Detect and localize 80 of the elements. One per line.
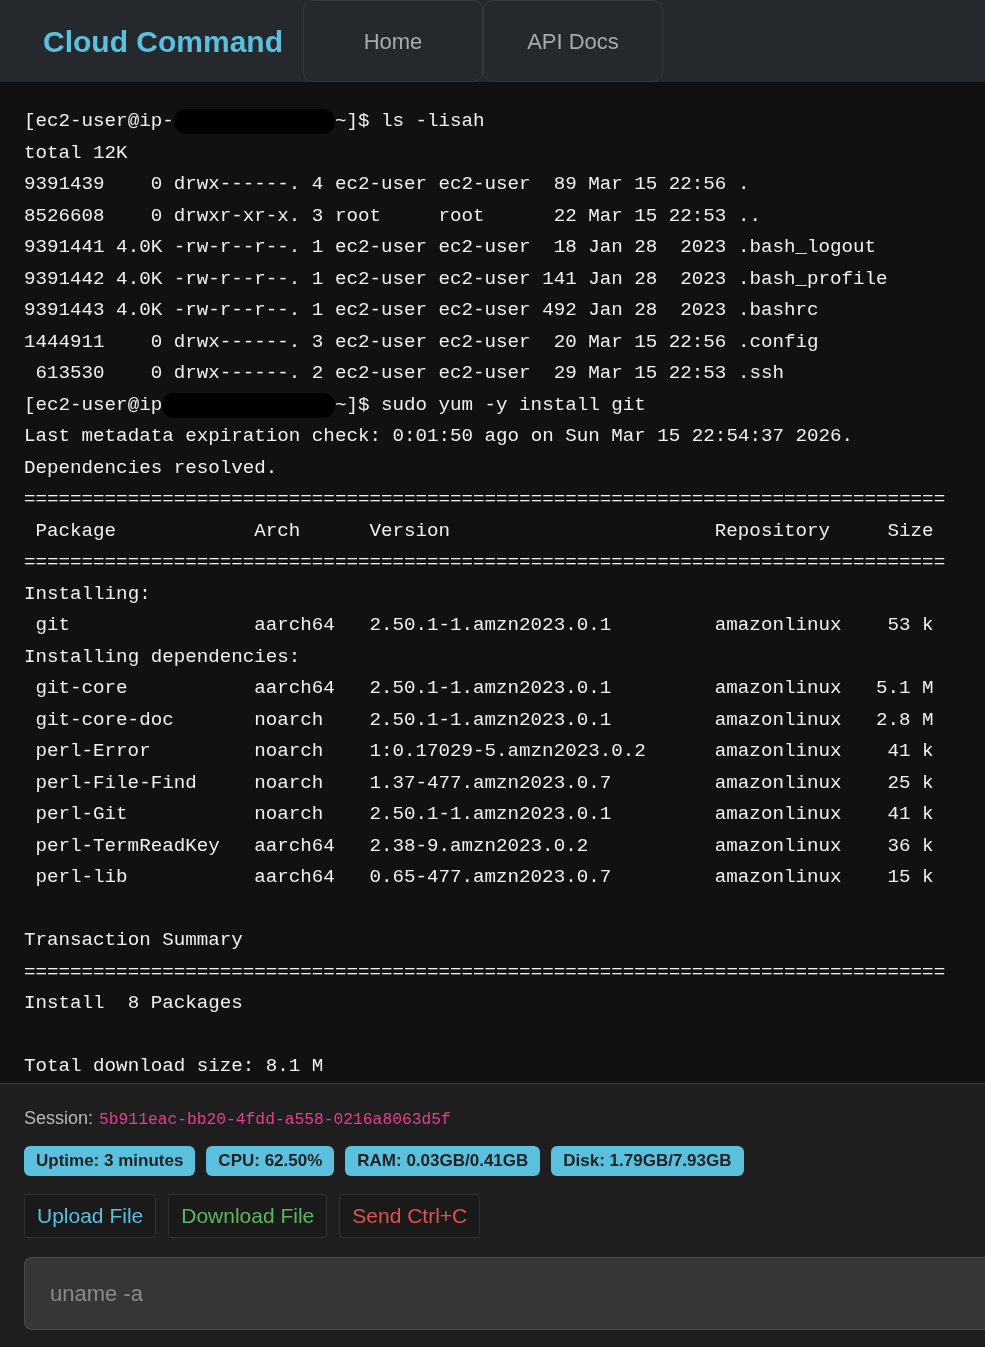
separator-text: ================================================================================ bbox=[24, 551, 946, 573]
size-text: 15 k bbox=[887, 866, 934, 888]
arch-text: noarch bbox=[254, 708, 324, 731]
repository-text: amazonlinux bbox=[714, 803, 842, 825]
arch-text: noarch bbox=[254, 771, 324, 794]
separator-text: ================================================================================ bbox=[24, 488, 946, 510]
output-text: 9391441 4.0K -rw-r--r--. 1 ec2-user ec2-user 18 Jan 28 2023 .bash_logout bbox=[24, 236, 877, 258]
session-label: Session: bbox=[24, 1107, 94, 1130]
package-name: perl-File-Find bbox=[35, 771, 197, 794]
stat-badge: CPU: 62.50% bbox=[206, 1146, 335, 1176]
size-text: 2.8 M bbox=[876, 708, 934, 731]
output-text: 9391443 4.0K -rw-r--r--. 1 ec2-user ec2-user 492 Jan 28 2023 .bashrc bbox=[24, 299, 819, 321]
arch-text: aarch64 bbox=[254, 614, 335, 636]
package-name: perl-Git bbox=[35, 803, 128, 825]
stat-badge: Disk: 1.79GB/7.93GB bbox=[551, 1146, 744, 1176]
stat-badge: Uptime: 3 minutes bbox=[24, 1146, 196, 1176]
version-text: 1:0.17029-5.amzn2023.0.2 bbox=[369, 740, 646, 762]
app-title[interactable]: Cloud Command bbox=[0, 0, 303, 82]
output-text: 8526608 0 drwxr-xr-x. 3 root root 22 Mar 15 22:53 .. bbox=[24, 204, 761, 227]
version-text: 0.65-477.amzn2023.0.7 bbox=[369, 866, 612, 888]
arch-text: aarch64 bbox=[254, 866, 335, 888]
output-text: Total download size: 8.1 M bbox=[24, 1055, 324, 1077]
arch-text: noarch bbox=[254, 740, 324, 762]
size-text: 36 k bbox=[887, 834, 934, 857]
package-name: git-core-doc bbox=[35, 708, 174, 731]
prompt-text: [ec2-user@ip- bbox=[24, 109, 174, 134]
column-heading: Size bbox=[887, 519, 934, 542]
output-text: Dependencies resolved. bbox=[24, 456, 278, 479]
package-name: perl-TermReadKey bbox=[35, 834, 220, 857]
stat-badge: RAM: 0.03GB/0.41GB bbox=[345, 1146, 541, 1176]
action-button[interactable]: Upload File bbox=[24, 1194, 157, 1238]
nav-tab[interactable]: Home bbox=[303, 0, 483, 82]
column-heading: Package bbox=[35, 519, 117, 542]
size-text: 41 k bbox=[887, 803, 934, 825]
repository-text: amazonlinux bbox=[714, 771, 842, 794]
prompt-text: [ec2-user@ip bbox=[24, 392, 163, 418]
column-heading: Version bbox=[369, 519, 450, 542]
repository-text: amazonlinux bbox=[714, 740, 842, 762]
column-heading: Repository bbox=[714, 519, 830, 542]
repository-text: amazonlinux bbox=[714, 614, 842, 636]
output-text: 9391442 4.0K -rw-r--r--. 1 ec2-user ec2-user 141 Jan 28 2023 .bash_profile bbox=[24, 267, 888, 290]
output-text: Transaction Summary bbox=[24, 929, 243, 951]
arch-text: aarch64 bbox=[254, 677, 335, 699]
output-text: 1444911 0 drwx------. 3 ec2-user ec2-user 20 Mar 15 22:56 .config bbox=[24, 330, 819, 353]
version-text: 1.37-477.amzn2023.0.7 bbox=[369, 771, 612, 794]
column-heading: Arch bbox=[254, 519, 301, 542]
output-text: Installing: bbox=[24, 582, 151, 605]
size-text: 53 k bbox=[887, 614, 934, 636]
output-text: total 12K bbox=[24, 141, 128, 164]
repository-text: amazonlinux bbox=[714, 866, 842, 888]
version-text: 2.38-9.amzn2023.0.2 bbox=[369, 834, 589, 857]
repository-text: amazonlinux bbox=[714, 834, 842, 857]
command-text: ~]$ sudo yum -y install git bbox=[334, 392, 646, 418]
arch-text: noarch bbox=[254, 803, 324, 825]
output-text: 613530 0 drwx------. 2 ec2-user ec2-user 29 Mar 15 22:53 .ssh bbox=[34, 362, 784, 384]
size-text: 25 k bbox=[887, 771, 934, 794]
version-text: 2.50.1-1.amzn2023.0.1 bbox=[369, 803, 612, 825]
action-button[interactable]: Send Ctrl+C bbox=[339, 1194, 481, 1238]
output-text: Install 8 Packages bbox=[24, 992, 243, 1014]
size-text: 5.1 M bbox=[876, 677, 934, 699]
version-text: 2.50.1-1.amzn2023.0.1 bbox=[369, 708, 612, 731]
action-button[interactable]: Download File bbox=[168, 1194, 328, 1238]
command-text: ~]$ ls -lisah bbox=[334, 109, 485, 134]
separator-text: ================================================================================ bbox=[24, 960, 946, 983]
output-text: 9391439 0 drwx------. 4 ec2-user ec2-user 89 Mar 15 22:56 . bbox=[24, 173, 750, 195]
output-text: Last metadata expiration check: 0:01:50 ago on Sun Mar 15 22:54:37 2026. bbox=[24, 425, 854, 447]
version-text: 2.50.1-1.amzn2023.0.1 bbox=[369, 614, 612, 636]
nav-tab[interactable]: API Docs bbox=[483, 0, 663, 82]
repository-text: amazonlinux bbox=[714, 708, 842, 731]
package-name: git bbox=[35, 614, 71, 636]
size-text: 41 k bbox=[887, 740, 934, 762]
arch-text: aarch64 bbox=[254, 834, 335, 857]
session-id: 5b911eac-bb20-4fdd-a558-0216a8063d5f bbox=[99, 1109, 451, 1131]
version-text: 2.50.1-1.amzn2023.0.1 bbox=[369, 677, 612, 699]
command-input[interactable]: uname -a bbox=[24, 1257, 985, 1330]
package-name: perl-lib bbox=[35, 866, 128, 888]
package-name: git-core bbox=[35, 677, 128, 699]
output-text: Installing dependencies: bbox=[24, 645, 301, 668]
package-name: perl-Error bbox=[35, 740, 151, 762]
repository-text: amazonlinux bbox=[714, 677, 842, 699]
